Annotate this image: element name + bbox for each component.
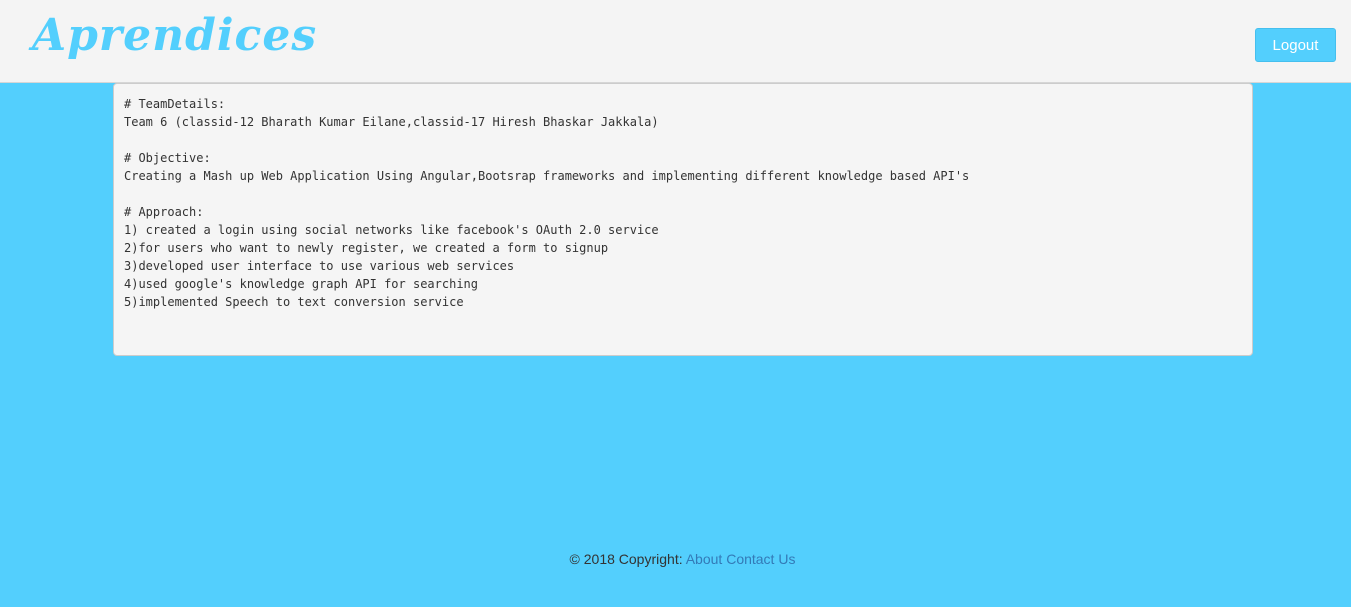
readme-panel: # TeamDetails: Team 6 (classid-12 Bharat… bbox=[113, 83, 1253, 356]
brand-logo[interactable]: Aprendices bbox=[32, 6, 317, 66]
copyright-text: © 2018 Copyright: bbox=[569, 551, 683, 567]
logout-button[interactable]: Logout bbox=[1255, 28, 1336, 62]
footer: © 2018 Copyright: About Contact Us bbox=[0, 549, 1351, 569]
navbar: Aprendices Logout bbox=[0, 0, 1351, 83]
contact-us-link[interactable]: Contact Us bbox=[726, 551, 795, 567]
readme-text: # TeamDetails: Team 6 (classid-12 Bharat… bbox=[124, 97, 970, 309]
about-link[interactable]: About bbox=[686, 551, 723, 567]
